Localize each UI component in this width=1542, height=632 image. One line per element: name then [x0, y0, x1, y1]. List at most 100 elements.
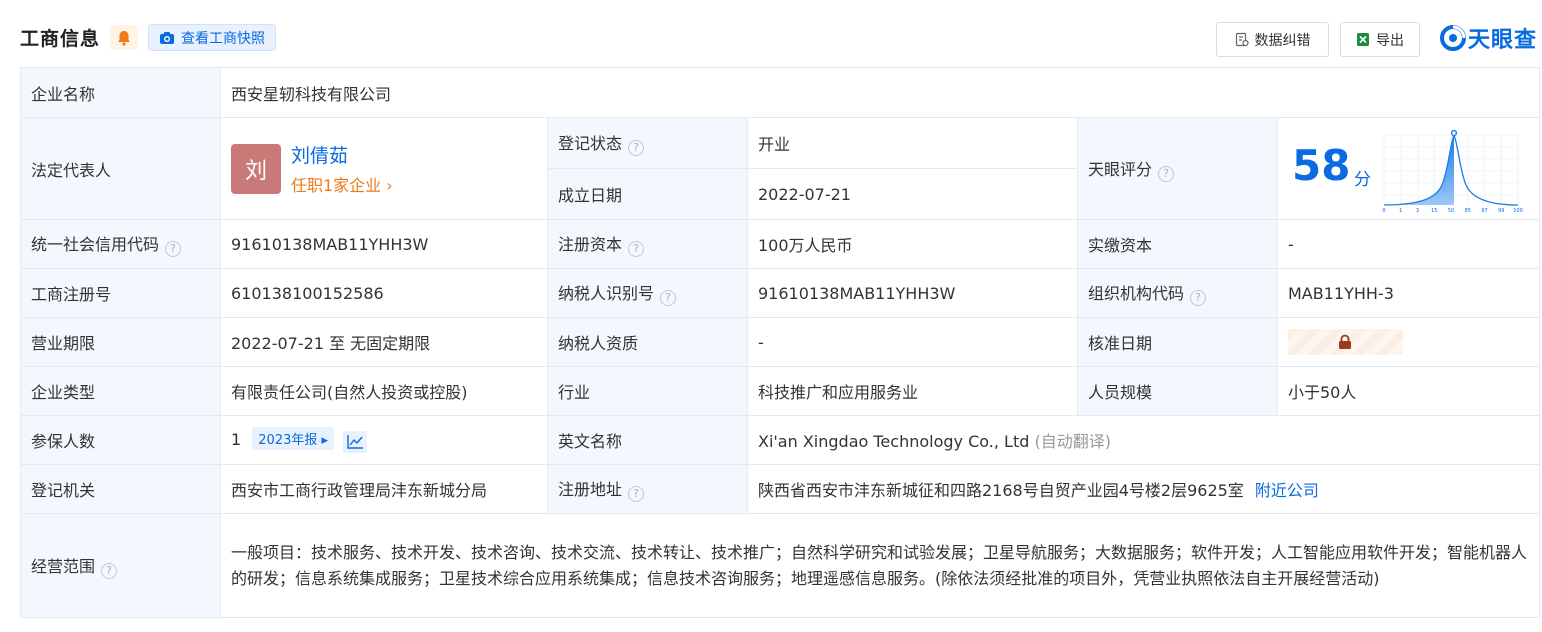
help-icon[interactable]: ? — [660, 290, 677, 306]
tianyancha-logo-icon — [1440, 25, 1466, 51]
data-correction-button[interactable]: 数据纠错 — [1216, 22, 1329, 57]
score-number: 58 — [1292, 140, 1351, 190]
table-row: 营业期限 2022-07-21 至 无固定期限 纳税人资质 - 核准日期 — [20, 317, 1540, 367]
label-reg-status-text: 登记状态 — [558, 134, 623, 153]
score-axis-tick: 97 — [1481, 208, 1487, 213]
value-paid-capital: - — [1277, 219, 1540, 269]
value-legal-rep: 刘 刘倩茹 任职1家企业 › — [220, 117, 548, 220]
excel-icon — [1357, 33, 1369, 46]
score-unit: 分 — [1354, 169, 1371, 190]
score-axis-tick: 1 — [1399, 208, 1402, 213]
english-name-text: Xi'an Xingdao Technology Co., Ltd — [758, 432, 1030, 451]
label-org-code-text: 组织机构代码 — [1088, 284, 1185, 303]
edit-doc-icon — [1235, 32, 1249, 47]
label-credit-code-text: 统一社会信用代码 — [31, 235, 160, 254]
table-row: 统一社会信用代码? 91610138MAB11YHH3W 注册资本? 100万人… — [20, 219, 1540, 269]
value-company-name: 西安星轫科技有限公司 — [220, 67, 1540, 118]
value-approval-date — [1277, 317, 1540, 367]
avatar: 刘 — [231, 143, 281, 194]
annual-report-tag-text: 2023年报 — [258, 433, 318, 448]
label-reg-number: 工商注册号 — [20, 268, 221, 318]
label-industry: 行业 — [547, 366, 748, 416]
bell-icon — [118, 30, 130, 46]
value-reg-address: 陕西省西安市沣东新城征和四路2168号自贸产业园4号楼2层9625室 附近公司 — [747, 464, 1540, 514]
insured-count-number: 1 — [231, 430, 242, 449]
value-found-date: 2022-07-21 — [747, 168, 1078, 220]
label-credit-code: 统一社会信用代码? — [20, 219, 221, 269]
help-icon[interactable]: ? — [628, 241, 645, 257]
value-credit-code: 91610138MAB11YHH3W — [220, 219, 548, 269]
caret-right-icon: ▸ — [317, 433, 329, 448]
help-icon[interactable]: ? — [628, 486, 645, 502]
label-org-code: 组织机构代码? — [1077, 268, 1278, 318]
trend-chart-icon — [347, 435, 364, 449]
camera-icon — [160, 31, 174, 44]
table-row: 经营范围? 一般项目：技术服务、技术开发、技术咨询、技术交流、技术转让、技术推广… — [20, 513, 1540, 618]
correction-label: 数据纠错 — [1254, 32, 1311, 49]
view-snapshot-button[interactable]: 查看工商快照 — [148, 24, 276, 51]
snapshot-label: 查看工商快照 — [181, 30, 265, 47]
label-reg-address: 注册地址? — [547, 464, 748, 514]
label-taxpayer-id: 纳税人识别号? — [547, 268, 748, 318]
help-icon[interactable]: ? — [165, 241, 182, 257]
score-axis-tick: 0 — [1382, 208, 1385, 213]
export-label: 导出 — [1376, 32, 1404, 49]
label-insured-count: 参保人数 — [20, 415, 221, 465]
help-icon[interactable]: ? — [1190, 290, 1207, 306]
label-legal-rep: 法定代表人 — [20, 117, 221, 220]
value-term: 2022-07-21 至 无固定期限 — [220, 317, 548, 367]
lock-icon — [1339, 334, 1351, 349]
insured-trend-button[interactable] — [343, 431, 368, 453]
nearby-companies-link[interactable]: 附近公司 — [1255, 481, 1319, 500]
label-reg-capital-text: 注册资本 — [558, 235, 623, 254]
value-reg-authority: 西安市工商行政管理局沣东新城分局 — [220, 464, 548, 514]
value-org-code: MAB11YHH-3 — [1277, 268, 1540, 318]
value-english-name: Xi'an Xingdao Technology Co., Ltd (自动翻译) — [747, 415, 1540, 465]
label-reg-authority: 登记机关 — [20, 464, 221, 514]
value-industry: 科技推广和应用服务业 — [747, 366, 1078, 416]
score-axis-tick: 99 — [1498, 208, 1504, 213]
label-approval-date: 核准日期 — [1077, 317, 1278, 367]
section-title: 工商信息 — [20, 28, 101, 50]
monitor-bell-button[interactable] — [110, 25, 138, 50]
table-row: 企业类型 有限责任公司(自然人投资或控股) 行业 科技推广和应用服务业 人员规模… — [20, 366, 1540, 416]
tianyancha-logo: 天眼查 — [1440, 24, 1537, 53]
value-staff-size: 小于50人 — [1277, 366, 1540, 416]
score-axis-tick: 85 — [1465, 208, 1471, 213]
label-english-name: 英文名称 — [547, 415, 748, 465]
auto-translate-note: (自动翻译) — [1034, 432, 1111, 451]
label-found-date: 成立日期 — [547, 168, 748, 220]
annual-report-tag[interactable]: 2023年报 ▸ — [252, 427, 335, 450]
legal-rep-companies-link[interactable]: 任职1家企业 › — [291, 172, 393, 196]
score-axis-tick: 15 — [1431, 208, 1437, 213]
value-taxpayer-id: 91610138MAB11YHH3W — [747, 268, 1078, 318]
label-tianyan-score: 天眼评分? — [1077, 117, 1278, 220]
value-taxpayer-quality: - — [747, 317, 1078, 367]
label-taxpayer-id-text: 纳税人识别号 — [558, 284, 655, 303]
value-reg-capital: 100万人民币 — [747, 219, 1078, 269]
table-row: 法定代表人 刘 刘倩茹 任职1家企业 › 登记状态? 开业 天眼评分? 58 分 — [20, 117, 1540, 220]
label-paid-capital: 实缴资本 — [1077, 219, 1278, 269]
help-icon[interactable]: ? — [1158, 165, 1175, 182]
score-marker — [1450, 129, 1458, 136]
locked-approval-date[interactable] — [1288, 329, 1403, 355]
score-area — [1384, 134, 1454, 205]
label-taxpayer-quality: 纳税人资质 — [547, 317, 748, 367]
help-icon[interactable]: ? — [101, 562, 118, 579]
table-row: 企业名称 西安星轫科技有限公司 — [20, 67, 1540, 118]
label-tianyan-score-text: 天眼评分 — [1088, 159, 1153, 179]
table-row: 工商注册号 610138100152586 纳税人识别号? 91610138MA… — [20, 268, 1540, 318]
label-term: 营业期限 — [20, 317, 221, 367]
business-info-table: 企业名称 西安星轫科技有限公司 法定代表人 刘 刘倩茹 任职1家企业 › 登记状… — [20, 67, 1540, 618]
reg-address-text: 陕西省西安市沣东新城征和四路2168号自贸产业园4号楼2层9625室 — [758, 481, 1244, 500]
value-tianyan-score[interactable]: 58 分 0 1 3 15 50 85 97 99 100 — [1277, 117, 1540, 220]
help-icon[interactable]: ? — [628, 140, 645, 156]
label-business-scope: 经营范围? — [20, 513, 221, 618]
label-staff-size: 人员规模 — [1077, 366, 1278, 416]
label-reg-address-text: 注册地址 — [558, 480, 623, 499]
legal-rep-name-link[interactable]: 刘倩茹 — [291, 141, 393, 168]
table-row: 登记机关 西安市工商行政管理局沣东新城分局 注册地址? 陕西省西安市沣东新城征和… — [20, 464, 1540, 514]
label-company-type: 企业类型 — [20, 366, 221, 416]
export-button[interactable]: 导出 — [1340, 22, 1420, 57]
section-header: 工商信息 查看工商快照 数据纠错 导出 天眼查 — [0, 0, 1542, 68]
